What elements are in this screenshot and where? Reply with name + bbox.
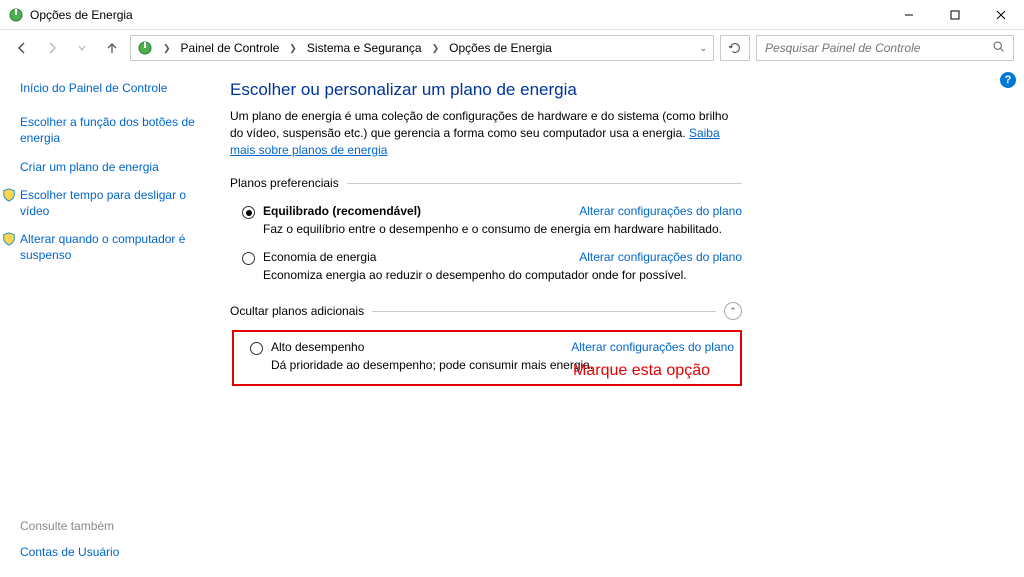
breadcrumb[interactable]: Painel de Controle (181, 41, 280, 55)
plan-balanced: Equilibrado (recomendável) Alterar confi… (230, 200, 742, 246)
window-title: Opções de Energia (30, 8, 886, 22)
plan-name[interactable]: Equilibrado (recomendável) (263, 204, 421, 218)
sidebar-home-link[interactable]: Início do Painel de Controle (20, 80, 212, 96)
see-also-label: Consulte também (20, 519, 119, 533)
preferred-plans-header: Planos preferenciais (230, 176, 742, 190)
help-icon[interactable]: ? (1000, 72, 1016, 88)
divider (372, 311, 716, 312)
chevron-right-icon[interactable]: ❯ (285, 43, 301, 54)
minimize-button[interactable] (886, 0, 932, 30)
user-accounts-link[interactable]: Contas de Usuário (20, 545, 119, 559)
refresh-button[interactable] (720, 35, 750, 61)
chevron-down-icon[interactable]: ⌄ (699, 43, 707, 54)
breadcrumb[interactable]: Sistema e Segurança (307, 41, 422, 55)
chevron-up-icon[interactable]: ⌃ (724, 302, 742, 320)
search-input[interactable] (765, 41, 992, 55)
change-plan-link[interactable]: Alterar configurações do plano (571, 340, 734, 354)
sidebar-item-create-plan[interactable]: Criar um plano de energia (20, 159, 212, 175)
sidebar-item-power-buttons[interactable]: Escolher a função dos botões de energia (20, 114, 212, 146)
plan-name[interactable]: Alto desempenho (271, 340, 364, 354)
chevron-right-icon[interactable]: ❯ (428, 43, 444, 54)
search-icon[interactable] (992, 40, 1005, 56)
plan-powersaver: Economia de energia Alterar configuraçõe… (230, 246, 742, 292)
intro-text: Um plano de energia é uma coleção de con… (230, 109, 728, 140)
sidebar-item-display-off[interactable]: Escolher tempo para desligar o vídeo (20, 187, 212, 219)
radio-powersaver[interactable] (242, 252, 255, 265)
chevron-right-icon[interactable]: ❯ (159, 43, 175, 54)
additional-plans-header[interactable]: Ocultar planos adicionais ⌃ (230, 302, 742, 320)
up-button[interactable] (100, 36, 124, 60)
content-area: Escolher ou personalizar um plano de ene… (212, 80, 742, 386)
divider (347, 183, 742, 184)
annotation-highlight-box: Alto desempenho Alterar configurações do… (232, 330, 742, 386)
annotation-text: Marque esta opção (573, 362, 710, 380)
plan-description: Economiza energia ao reduzir o desempenh… (263, 268, 742, 282)
radio-highperf[interactable] (250, 342, 263, 355)
app-icon (8, 7, 24, 23)
shield-icon (2, 188, 16, 202)
sidebar: Início do Painel de Controle Escolher a … (20, 80, 212, 386)
change-plan-link[interactable]: Alterar configurações do plano (579, 204, 742, 218)
plan-name[interactable]: Economia de energia (263, 250, 376, 264)
sidebar-item-label: Escolher tempo para desligar o vídeo (20, 188, 186, 218)
navbar: ❯ Painel de Controle ❯ Sistema e Seguran… (0, 30, 1024, 66)
forward-button[interactable] (40, 36, 64, 60)
close-button[interactable] (978, 0, 1024, 30)
back-button[interactable] (10, 36, 34, 60)
section-label-text: Planos preferenciais (230, 176, 339, 190)
page-heading: Escolher ou personalizar um plano de ene… (230, 80, 742, 100)
plan-description: Faz o equilíbrio entre o desempenho e o … (263, 222, 742, 236)
search-box[interactable] (756, 35, 1014, 61)
change-plan-link[interactable]: Alterar configurações do plano (579, 250, 742, 264)
shield-icon (2, 232, 16, 246)
recent-dropdown[interactable] (70, 36, 94, 60)
breadcrumb[interactable]: Opções de Energia (449, 41, 552, 55)
section-label-text: Ocultar planos adicionais (230, 304, 364, 318)
intro-paragraph: Um plano de energia é uma coleção de con… (230, 108, 742, 158)
sidebar-item-sleep[interactable]: Alterar quando o computador é suspenso (20, 231, 212, 263)
radio-balanced[interactable] (242, 206, 255, 219)
sidebar-item-label: Alterar quando o computador é suspenso (20, 232, 185, 262)
see-also-footer: Consulte também Contas de Usuário (20, 519, 119, 559)
titlebar: Opções de Energia (0, 0, 1024, 30)
address-bar[interactable]: ❯ Painel de Controle ❯ Sistema e Seguran… (130, 35, 714, 61)
location-icon (137, 40, 153, 56)
maximize-button[interactable] (932, 0, 978, 30)
